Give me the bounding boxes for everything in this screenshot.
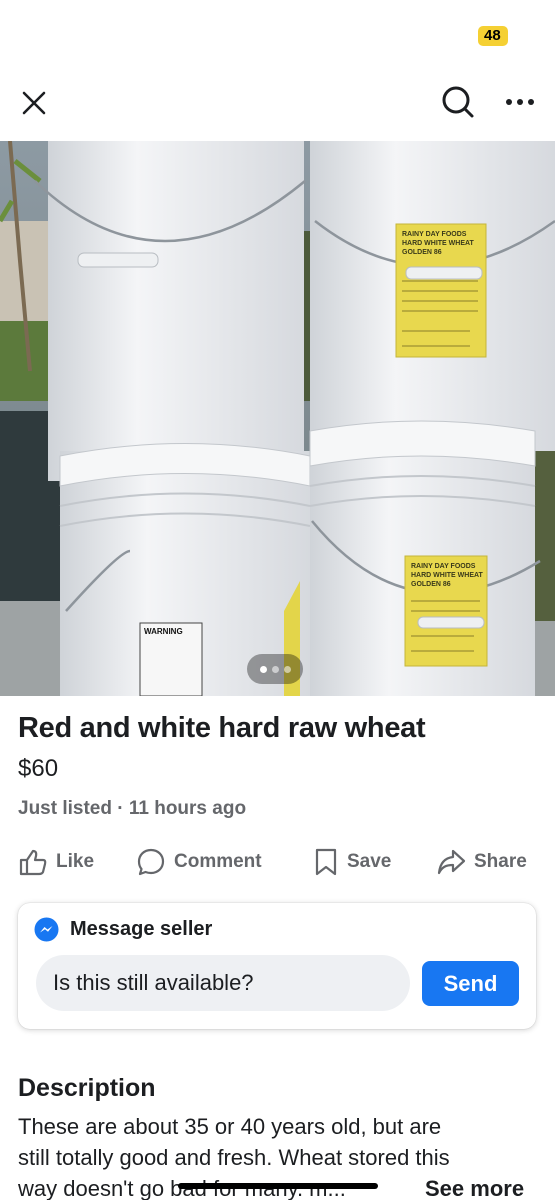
message-seller-header: Message seller <box>34 917 212 942</box>
share-button[interactable]: Share <box>436 840 527 884</box>
description-line: These are about 35 or 40 years old, but … <box>18 1114 442 1139</box>
carousel-dot[interactable] <box>283 665 291 673</box>
warning-label: WARNING <box>144 627 183 636</box>
comment-label: Comment <box>174 851 262 872</box>
messenger-icon <box>34 917 59 942</box>
description-heading: Description <box>18 1074 156 1102</box>
share-icon <box>437 849 466 875</box>
search-icon <box>442 86 474 118</box>
listing-price: $60 <box>18 755 59 782</box>
top-nav <box>0 78 555 128</box>
more-options-button[interactable] <box>498 80 542 124</box>
close-icon <box>22 91 46 115</box>
bucket-label-line: HARD WHITE WHEAT <box>402 240 475 247</box>
bucket-label-line: RAINY DAY FOODS <box>402 231 467 238</box>
carousel-indicator[interactable] <box>247 654 303 684</box>
thumbs-up-icon <box>19 849 47 876</box>
close-button[interactable] <box>12 81 56 125</box>
action-bar: Like Comment Save Share <box>0 840 555 884</box>
like-button[interactable]: Like <box>18 840 94 884</box>
carousel-dot[interactable] <box>259 665 267 673</box>
comment-button[interactable]: Comment <box>136 840 262 884</box>
bucket-label-line: RAINY DAY FOODS <box>411 563 476 570</box>
home-indicator[interactable] <box>178 1183 378 1189</box>
listing-title: Red and white hard raw wheat <box>18 712 426 744</box>
save-button[interactable]: Save <box>313 840 391 884</box>
notification-badge: 48 <box>478 26 508 46</box>
save-label: Save <box>347 851 392 872</box>
carousel-dot[interactable] <box>271 665 279 673</box>
search-button[interactable] <box>436 80 480 124</box>
message-seller-label: Message seller <box>70 918 213 940</box>
more-horizontal-icon <box>506 99 534 105</box>
see-more-link[interactable]: See more <box>422 1173 525 1200</box>
bucket-label-line: GOLDEN 86 <box>411 581 451 588</box>
share-label: Share <box>474 851 527 872</box>
message-seller-card: Message seller Is this still available? … <box>18 903 536 1029</box>
bookmark-icon <box>315 848 337 876</box>
listing-photo[interactable]: RAINY DAY FOODS HARD WHITE WHEAT GOLDEN … <box>0 141 555 696</box>
bucket-label-line: HARD WHITE WHEAT <box>411 572 484 579</box>
listing-photo-image: RAINY DAY FOODS HARD WHITE WHEAT GOLDEN … <box>0 141 555 696</box>
bucket-label-line: GOLDEN 86 <box>402 249 442 256</box>
like-label: Like <box>56 851 95 872</box>
send-button[interactable]: Send <box>422 961 519 1006</box>
comment-icon <box>137 848 165 876</box>
description-line: still totally good and fresh. Wheat stor… <box>18 1145 450 1170</box>
message-input[interactable]: Is this still available? <box>36 955 410 1011</box>
listing-time: Just listed · 11 hours ago <box>18 798 247 819</box>
